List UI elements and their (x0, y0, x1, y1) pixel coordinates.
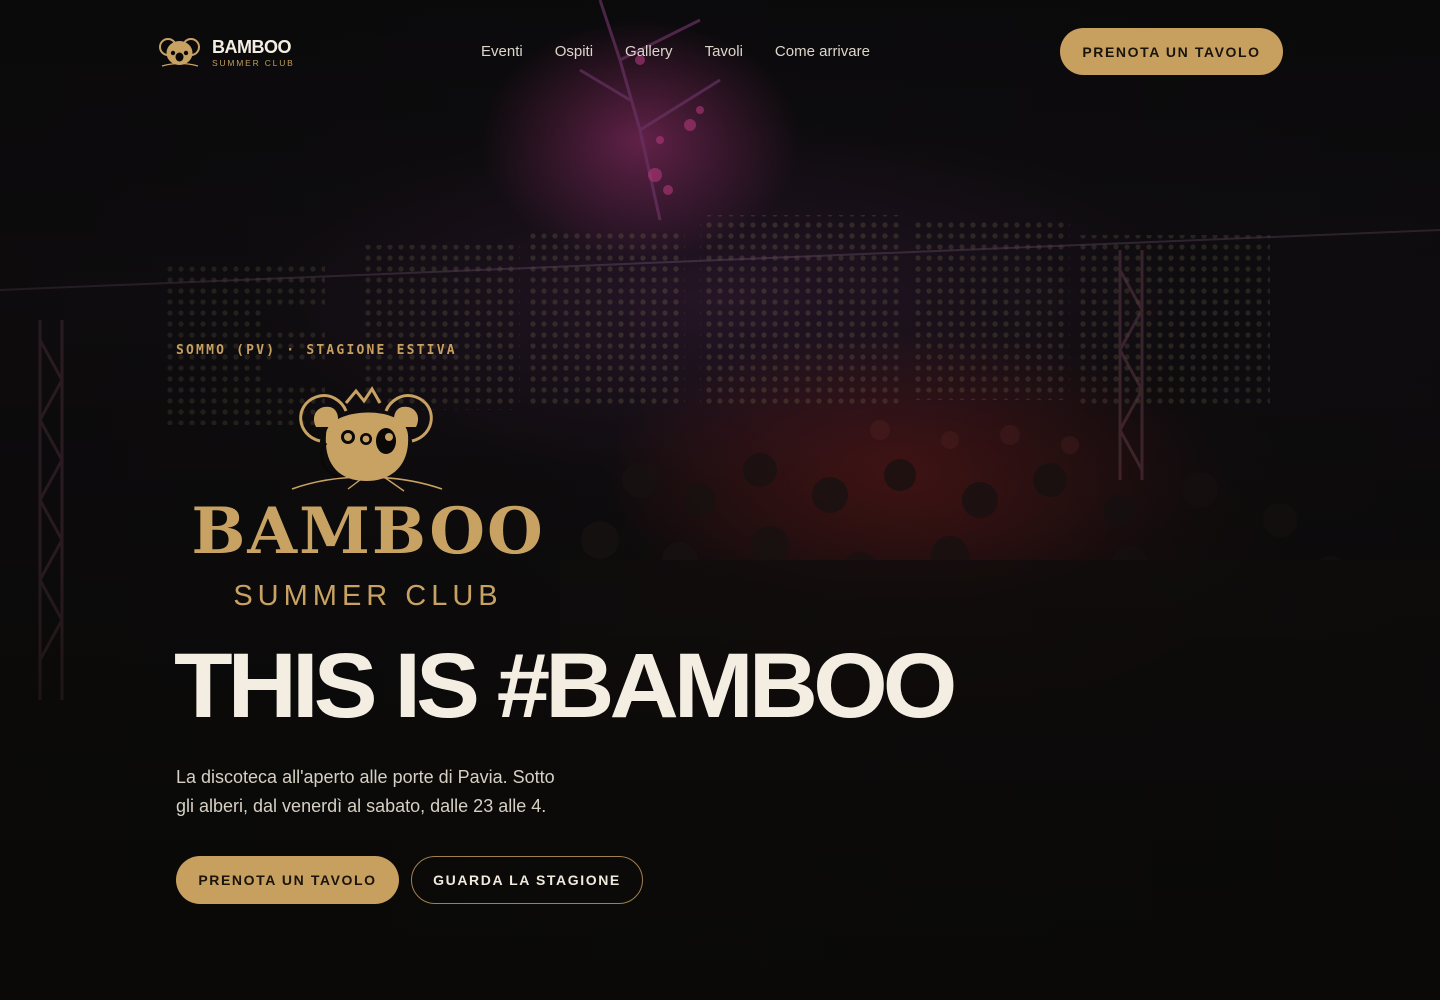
hero-description: La discoteca all'aperto alle porte di Pa… (176, 767, 555, 816)
view-season-button[interactable]: GUARDA LA STAGIONE (411, 856, 643, 904)
location-eyebrow: SOMMO (PV) · STAGIONE ESTIVA (176, 343, 457, 358)
nav-link-come-arrivare[interactable]: Come arrivare (775, 43, 870, 60)
book-table-nav-button[interactable]: PRENOTA UN TAVOLO (1060, 28, 1283, 75)
top-navigation: BAMBOO SUMMER CLUB Eventi Ospiti Gallery… (0, 0, 1440, 104)
hero-logo-name: BAMBOO (191, 494, 545, 569)
koala-logo-icon (159, 38, 200, 67)
brand-text: BAMBOO SUMMER CLUB (212, 38, 295, 68)
nav-link-ospiti[interactable]: Ospiti (555, 43, 593, 60)
koala-logo-icon (291, 386, 443, 492)
hero-logo: BAMBOO SUMMER CLUB (176, 385, 560, 625)
brand-subtitle: SUMMER CLUB (212, 58, 295, 69)
hero-page: BAMBOO SUMMER CLUB Eventi Ospiti Gallery… (0, 0, 1440, 1000)
hero-headline: THIS IS #BAMBOO (174, 634, 957, 737)
book-table-button[interactable]: PRENOTA UN TAVOLO (176, 856, 399, 904)
brand-name: BAMBOO (212, 37, 291, 58)
nav-link-gallery[interactable]: Gallery (625, 43, 673, 60)
hero-logo-subtitle: SUMMER CLUB (233, 580, 503, 612)
nav-link-eventi[interactable]: Eventi (481, 43, 523, 60)
brand-logo-link[interactable]: BAMBOO SUMMER CLUB (158, 36, 308, 70)
nav-links: Eventi Ospiti Gallery Tavoli Come arriva… (481, 43, 902, 60)
nav-link-tavoli[interactable]: Tavoli (705, 43, 743, 60)
